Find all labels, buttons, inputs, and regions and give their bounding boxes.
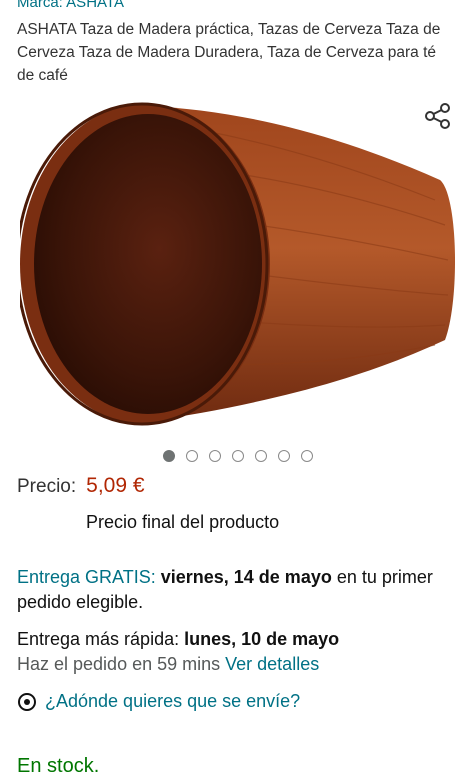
wooden-cup-image xyxy=(15,102,456,426)
carousel-dot[interactable] xyxy=(163,450,175,462)
price-label: Precio: xyxy=(17,476,77,497)
brand-link[interactable]: Marca: ASHATA xyxy=(17,0,124,12)
carousel-dot[interactable] xyxy=(301,450,313,462)
stock-status: En stock. xyxy=(17,755,100,777)
product-title: ASHATA Taza de Madera práctica, Tazas de… xyxy=(17,21,441,84)
location-pin-icon xyxy=(18,692,36,711)
share-icon xyxy=(425,103,450,129)
carousel-dot[interactable] xyxy=(232,450,244,462)
carousel-dot[interactable] xyxy=(186,450,198,462)
free-delivery-date: viernes, 14 de mayo xyxy=(160,567,332,587)
image-carousel-dots xyxy=(163,450,313,462)
share-button[interactable] xyxy=(424,102,452,130)
free-delivery-info: Entrega GRATIS: viernes, 14 de mayo en t… xyxy=(17,565,457,615)
delivery-location[interactable]: ¿Adónde quieres que se envíe? xyxy=(17,691,300,712)
fast-delivery-info: Entrega más rápida: lunes, 10 de mayo Ha… xyxy=(17,627,457,677)
carousel-dot[interactable] xyxy=(209,450,221,462)
order-countdown: Haz el pedido en 59 mins xyxy=(17,654,221,674)
carousel-dot[interactable] xyxy=(255,450,267,462)
carousel-dot[interactable] xyxy=(278,450,290,462)
fast-delivery-label: Entrega más rápida: xyxy=(17,629,180,649)
price-value: 5,09 € xyxy=(86,474,145,497)
price-note: Precio final del producto xyxy=(86,512,280,532)
free-delivery-label[interactable]: Entrega GRATIS: xyxy=(17,567,156,587)
product-image[interactable] xyxy=(15,100,460,440)
fast-delivery-date: lunes, 10 de mayo xyxy=(184,629,340,649)
location-prompt[interactable]: ¿Adónde quieres que se envíe? xyxy=(45,691,300,712)
price-row: Precio: 5,09 € xyxy=(17,474,145,498)
details-link[interactable]: Ver detalles xyxy=(225,654,319,674)
